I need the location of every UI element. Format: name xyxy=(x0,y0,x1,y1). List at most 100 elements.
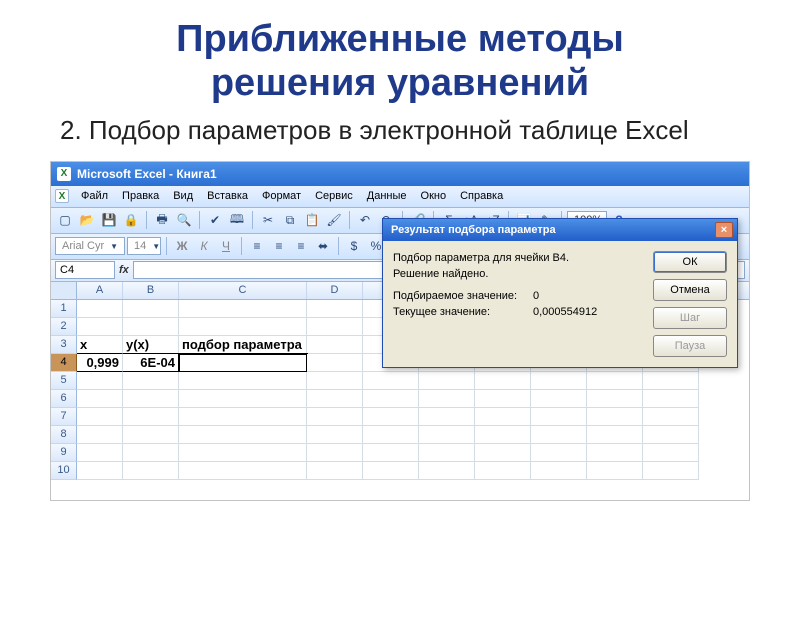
row-header-10[interactable]: 10 xyxy=(51,462,77,480)
cell-B3[interactable]: y(x) xyxy=(123,336,179,354)
cell-D9[interactable] xyxy=(307,444,363,462)
row-header-8[interactable]: 8 xyxy=(51,426,77,444)
new-icon[interactable]: ▢ xyxy=(55,210,75,230)
cell-J7[interactable] xyxy=(643,408,699,426)
underline-icon[interactable]: Ч xyxy=(216,236,236,256)
menu-view[interactable]: Вид xyxy=(167,190,199,202)
cell-I6[interactable] xyxy=(587,390,643,408)
menu-window[interactable]: Окно xyxy=(415,190,453,202)
cell-C5[interactable] xyxy=(179,372,307,390)
cell-D1[interactable] xyxy=(307,300,363,318)
print-icon[interactable]: 🖶 xyxy=(152,210,172,230)
row-header-4[interactable]: 4 xyxy=(51,354,77,372)
cell-I7[interactable] xyxy=(587,408,643,426)
menu-data[interactable]: Данные xyxy=(361,190,413,202)
font-name-combo[interactable]: Arial Cyr▼ xyxy=(55,237,125,255)
undo-icon[interactable]: ↶ xyxy=(355,210,375,230)
cell-A7[interactable] xyxy=(77,408,123,426)
cell-A10[interactable] xyxy=(77,462,123,480)
col-header-b[interactable]: B xyxy=(123,282,179,299)
preview-icon[interactable]: 🔍 xyxy=(174,210,194,230)
cell-D4[interactable] xyxy=(307,354,363,372)
cell-D8[interactable] xyxy=(307,426,363,444)
cell-D7[interactable] xyxy=(307,408,363,426)
cell-H6[interactable] xyxy=(531,390,587,408)
cut-icon[interactable]: ✂ xyxy=(258,210,278,230)
name-box[interactable]: C4 xyxy=(55,261,115,279)
pause-button[interactable]: Пауза xyxy=(653,335,727,357)
cell-D6[interactable] xyxy=(307,390,363,408)
cell-E5[interactable] xyxy=(363,372,419,390)
cell-B6[interactable] xyxy=(123,390,179,408)
spell-icon[interactable]: ✔ xyxy=(205,210,225,230)
align-left-icon[interactable]: ≡ xyxy=(247,236,267,256)
ok-button[interactable]: ОК xyxy=(653,251,727,273)
cell-B7[interactable] xyxy=(123,408,179,426)
perm-icon[interactable]: 🔒 xyxy=(121,210,141,230)
menu-tools[interactable]: Сервис xyxy=(309,190,359,202)
cell-I9[interactable] xyxy=(587,444,643,462)
copy-icon[interactable]: ⧉ xyxy=(280,210,300,230)
format-painter-icon[interactable]: 🖌 xyxy=(324,210,344,230)
cell-C1[interactable] xyxy=(179,300,307,318)
cell-D10[interactable] xyxy=(307,462,363,480)
italic-icon[interactable]: К xyxy=(194,236,214,256)
cell-B5[interactable] xyxy=(123,372,179,390)
cell-A8[interactable] xyxy=(77,426,123,444)
cell-B4[interactable]: 6E-04 xyxy=(123,354,179,372)
cell-G10[interactable] xyxy=(475,462,531,480)
cell-J6[interactable] xyxy=(643,390,699,408)
cell-D5[interactable] xyxy=(307,372,363,390)
cell-G6[interactable] xyxy=(475,390,531,408)
cell-J9[interactable] xyxy=(643,444,699,462)
cell-H5[interactable] xyxy=(531,372,587,390)
cell-F9[interactable] xyxy=(419,444,475,462)
cell-C9[interactable] xyxy=(179,444,307,462)
cell-D3[interactable] xyxy=(307,336,363,354)
cell-D2[interactable] xyxy=(307,318,363,336)
cell-A1[interactable] xyxy=(77,300,123,318)
menu-insert[interactable]: Вставка xyxy=(201,190,254,202)
research-icon[interactable]: 🕮 xyxy=(227,210,247,230)
save-icon[interactable]: 💾 xyxy=(99,210,119,230)
cell-I10[interactable] xyxy=(587,462,643,480)
row-header-7[interactable]: 7 xyxy=(51,408,77,426)
cell-F10[interactable] xyxy=(419,462,475,480)
cell-E9[interactable] xyxy=(363,444,419,462)
cell-B9[interactable] xyxy=(123,444,179,462)
cell-E10[interactable] xyxy=(363,462,419,480)
step-button[interactable]: Шаг xyxy=(653,307,727,329)
menu-edit[interactable]: Правка xyxy=(116,190,165,202)
cell-J8[interactable] xyxy=(643,426,699,444)
cell-F7[interactable] xyxy=(419,408,475,426)
cell-B10[interactable] xyxy=(123,462,179,480)
cell-E8[interactable] xyxy=(363,426,419,444)
row-header-3[interactable]: 3 xyxy=(51,336,77,354)
cell-A6[interactable] xyxy=(77,390,123,408)
cell-F6[interactable] xyxy=(419,390,475,408)
paste-icon[interactable]: 📋 xyxy=(302,210,322,230)
menu-format[interactable]: Формат xyxy=(256,190,307,202)
menu-help[interactable]: Справка xyxy=(454,190,509,202)
cell-A2[interactable] xyxy=(77,318,123,336)
cell-G5[interactable] xyxy=(475,372,531,390)
col-header-c[interactable]: C xyxy=(179,282,307,299)
cell-F8[interactable] xyxy=(419,426,475,444)
open-icon[interactable]: 📂 xyxy=(77,210,97,230)
cell-J5[interactable] xyxy=(643,372,699,390)
align-right-icon[interactable]: ≡ xyxy=(291,236,311,256)
cell-C3[interactable]: подбор параметра xyxy=(179,336,307,354)
bold-icon[interactable]: Ж xyxy=(172,236,192,256)
select-all-corner[interactable] xyxy=(51,282,77,299)
cell-C6[interactable] xyxy=(179,390,307,408)
cell-B8[interactable] xyxy=(123,426,179,444)
align-center-icon[interactable]: ≡ xyxy=(269,236,289,256)
currency-icon[interactable]: $ xyxy=(344,236,364,256)
close-icon[interactable]: × xyxy=(715,222,733,238)
row-header-6[interactable]: 6 xyxy=(51,390,77,408)
cell-H7[interactable] xyxy=(531,408,587,426)
cell-E6[interactable] xyxy=(363,390,419,408)
merge-icon[interactable]: ⬌ xyxy=(313,236,333,256)
cell-H9[interactable] xyxy=(531,444,587,462)
cell-C8[interactable] xyxy=(179,426,307,444)
